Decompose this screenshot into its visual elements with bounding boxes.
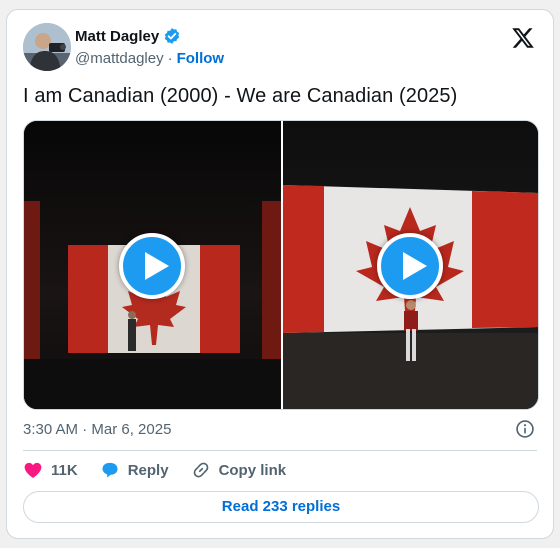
link-icon (193, 462, 208, 478)
x-logo-icon[interactable] (511, 26, 535, 50)
tweet-text: I am Canadian (2000) - We are Canadian (… (23, 85, 458, 107)
tweet-card: Matt Dagley @mattdagley · Follow I am Ca… (6, 9, 554, 539)
video-thumbnails (24, 121, 538, 409)
like-count: 11K (51, 461, 78, 479)
heart-icon (24, 462, 42, 478)
author-handle[interactable]: @mattdagley (75, 50, 164, 67)
action-bar: 11K Reply Copy link (23, 458, 308, 482)
info-icon[interactable] (515, 419, 535, 439)
author-name-row: Matt Dagley (75, 27, 181, 45)
reply-bubble-icon (102, 462, 118, 478)
handle-separator: · (167, 50, 173, 67)
reply-button[interactable]: Reply (100, 460, 169, 480)
author-handle-row: @mattdagley · Follow (75, 50, 224, 67)
author-name[interactable]: Matt Dagley (75, 28, 159, 45)
verified-badge-icon (165, 28, 180, 44)
media-grid (23, 120, 539, 410)
like-button[interactable]: 11K (23, 460, 78, 480)
copy-link-button[interactable]: Copy link (191, 460, 287, 480)
play-button-right[interactable] (377, 233, 443, 299)
avatar[interactable] (23, 23, 71, 71)
divider (23, 450, 537, 451)
copy-link-label: Copy link (218, 461, 287, 479)
reply-label: Reply (127, 461, 169, 479)
avatar-photo (23, 23, 71, 71)
follow-button[interactable]: Follow (177, 50, 225, 67)
play-button-left[interactable] (119, 233, 185, 299)
tweet-timestamp[interactable]: 3:30 AM · Mar 6, 2025 (23, 421, 171, 438)
read-replies-button[interactable]: Read 233 replies (23, 491, 539, 523)
